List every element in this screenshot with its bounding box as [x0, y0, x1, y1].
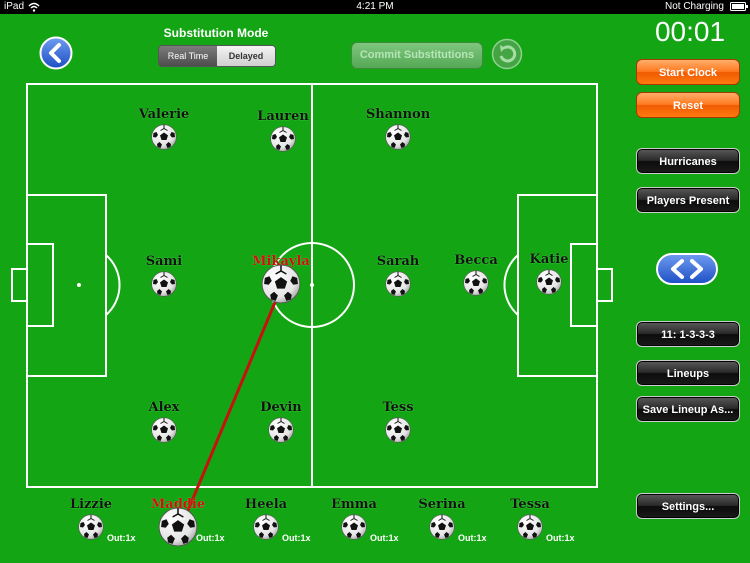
soccer-ball-icon [268, 417, 294, 443]
field-player-name: Becca [454, 253, 498, 268]
soccer-ball-icon [536, 269, 562, 295]
soccer-ball-icon [151, 124, 177, 150]
field-player-ball[interactable] [268, 417, 294, 447]
soccer-ball-icon [151, 417, 177, 443]
soccer-ball-icon [151, 271, 177, 297]
soccer-ball-icon [261, 264, 301, 304]
chevron-left-icon [39, 36, 73, 70]
bench-player-ball[interactable] [429, 514, 455, 544]
bench-player-ball[interactable] [78, 514, 104, 544]
field-player-ball[interactable] [385, 271, 411, 301]
field-player-ball[interactable] [463, 270, 489, 300]
soccer-ball-icon [385, 271, 411, 297]
soccer-ball-icon [385, 124, 411, 150]
bench-player-ball[interactable] [341, 514, 367, 544]
lineups-button[interactable]: Lineups [636, 360, 740, 386]
soccer-ball-icon [517, 514, 543, 540]
field-player-name: Valerie [138, 107, 190, 122]
out-count-label: Out:1x [458, 533, 487, 543]
out-count-label: Out:1x [196, 533, 225, 543]
field-player-name: Alex [148, 400, 180, 415]
mode-real-time[interactable]: Real Time [159, 46, 217, 66]
bench-player-ball[interactable] [517, 514, 543, 544]
save-lineup-button[interactable]: Save Lineup As... [636, 396, 740, 422]
field-player-ball[interactable] [261, 264, 301, 308]
field-player-name: Katie [529, 252, 569, 267]
soccer-ball-icon [341, 514, 367, 540]
team-button[interactable]: Hurricanes [636, 148, 740, 174]
bench-player-name: Heela [244, 497, 288, 512]
out-count-label: Out:1x [370, 533, 399, 543]
field-player-ball[interactable] [536, 269, 562, 299]
game-clock: 00:01 [654, 16, 726, 47]
field-player-name: Lauren [257, 109, 309, 124]
field-player-ball[interactable] [385, 417, 411, 447]
swap-direction-button[interactable] [656, 253, 718, 289]
soccer-ball-icon [253, 514, 279, 540]
field-player-ball[interactable] [270, 126, 296, 156]
field-player-name: Shannon [365, 107, 431, 122]
bench-player-ball[interactable] [253, 514, 279, 544]
out-count-label: Out:1x [107, 533, 136, 543]
formation-button[interactable]: 11: 1-3-3-3 [636, 321, 740, 347]
soccer-ball-icon [158, 507, 198, 547]
field-player-ball[interactable] [385, 124, 411, 154]
bench-player-ball[interactable] [158, 507, 198, 551]
undo-button[interactable] [491, 38, 523, 74]
soccer-ball-icon [78, 514, 104, 540]
start-clock-button[interactable]: Start Clock [636, 59, 740, 85]
left-right-arrows-icon [656, 253, 718, 285]
substitution-mode-title: Substitution Mode [163, 26, 269, 40]
field-player-name: Sarah [376, 254, 420, 269]
substitution-mode-toggle[interactable]: Real Time Delayed [158, 45, 276, 67]
soccer-ball-icon [463, 270, 489, 296]
reset-button[interactable]: Reset [636, 92, 740, 118]
field-player-name: Tess [382, 400, 414, 415]
out-count-label: Out:1x [546, 533, 575, 543]
settings-button[interactable]: Settings... [636, 493, 740, 519]
bench-player-name: Lizzie [69, 497, 113, 512]
soccer-ball-icon [429, 514, 455, 540]
soccer-ball-icon [270, 126, 296, 152]
field-player-name: Sami [145, 254, 183, 269]
players-present-button[interactable]: Players Present [636, 187, 740, 213]
bench-player-name: Tessa [510, 497, 550, 512]
undo-arrow-icon [491, 38, 523, 70]
soccer-ball-icon [385, 417, 411, 443]
mode-delayed[interactable]: Delayed [217, 46, 275, 66]
bench-player-name: Serina [418, 497, 466, 512]
field-player-ball[interactable] [151, 271, 177, 301]
soccer-pitch [11, 83, 613, 521]
back-button[interactable] [39, 36, 73, 74]
bench-player-name: Emma [331, 497, 377, 512]
field-player-ball[interactable] [151, 417, 177, 447]
out-count-label: Out:1x [282, 533, 311, 543]
field-player-ball[interactable] [151, 124, 177, 154]
commit-substitutions-button[interactable]: Commit Substitutions [351, 42, 483, 69]
field-player-name: Devin [260, 400, 302, 415]
